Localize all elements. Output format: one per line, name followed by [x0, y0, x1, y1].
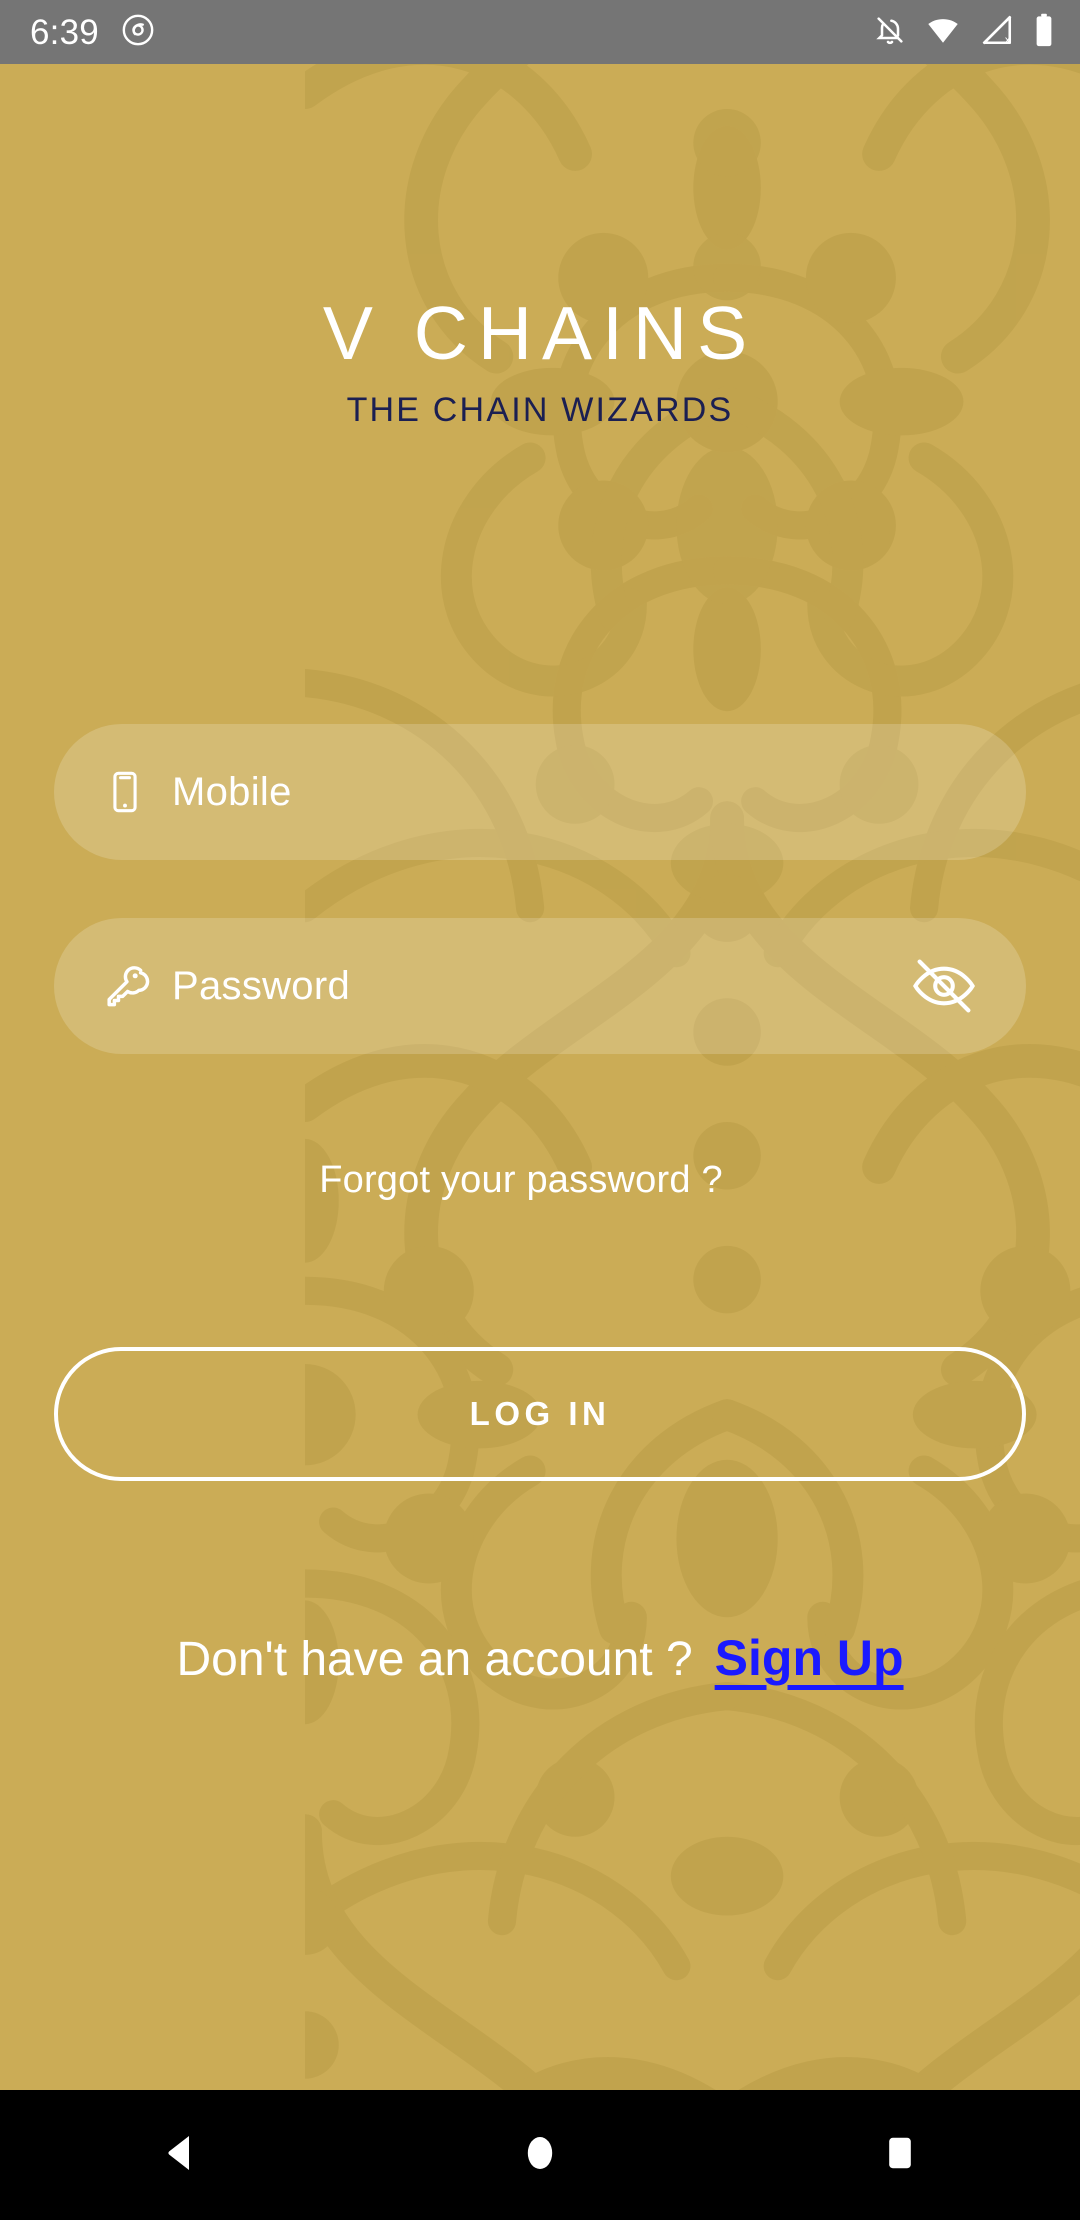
nav-back-button[interactable]	[0, 2129, 360, 2182]
status-bar-left: 6:39	[30, 13, 155, 52]
password-input-placeholder: Password	[172, 963, 351, 1008]
status-bar: 6:39 x	[0, 0, 1080, 64]
password-field[interactable]: Password	[54, 918, 1026, 1054]
notifications-off-icon	[874, 14, 906, 51]
signup-link[interactable]: Sign Up	[715, 1629, 904, 1687]
forgot-password-label: Forgot your password ?	[319, 1159, 723, 1201]
battery-icon	[1034, 13, 1054, 52]
login-button[interactable]: LOG IN	[54, 1347, 1026, 1481]
app-title: V CHAINS	[322, 291, 758, 375]
android-nav-bar	[0, 2090, 1080, 2220]
forgot-password-link[interactable]: Forgot your password ?	[0, 1159, 1080, 1202]
nav-recents-button[interactable]	[720, 2129, 1080, 2182]
status-bar-right: x	[874, 13, 1054, 52]
key-icon	[88, 960, 162, 1012]
phone-screen: 6:39 x V CHAINS THE CHAIN WIZARDS Mobile…	[0, 0, 1080, 2220]
app-tagline: THE CHAIN WIZARDS	[346, 390, 734, 429]
login-content: V CHAINS THE CHAIN WIZARDS Mobile Passwo…	[0, 64, 1080, 2090]
svg-text:x: x	[1005, 35, 1011, 46]
home-circle-icon	[516, 2129, 564, 2182]
recents-square-icon	[876, 2129, 924, 2182]
login-button-wrap: LOG IN	[54, 1347, 1026, 1481]
status-bar-clock: 6:39	[30, 12, 99, 52]
login-form: Mobile Password	[54, 724, 1026, 1054]
wifi-icon	[926, 13, 960, 52]
signup-row: Don't have an account ? Sign Up	[0, 1629, 1080, 1687]
nav-home-button[interactable]	[360, 2129, 720, 2182]
signup-question: Don't have an account ?	[176, 1633, 693, 1686]
screen-record-icon	[121, 13, 155, 52]
eye-off-icon[interactable]	[906, 948, 982, 1024]
brand-block: V CHAINS THE CHAIN WIZARDS	[0, 294, 1080, 430]
mobile-input-placeholder: Mobile	[172, 769, 292, 814]
mobile-field[interactable]: Mobile	[54, 724, 1026, 860]
back-triangle-icon	[156, 2129, 204, 2182]
smartphone-icon	[88, 770, 162, 814]
no-sim-signal-icon: x	[980, 13, 1014, 52]
